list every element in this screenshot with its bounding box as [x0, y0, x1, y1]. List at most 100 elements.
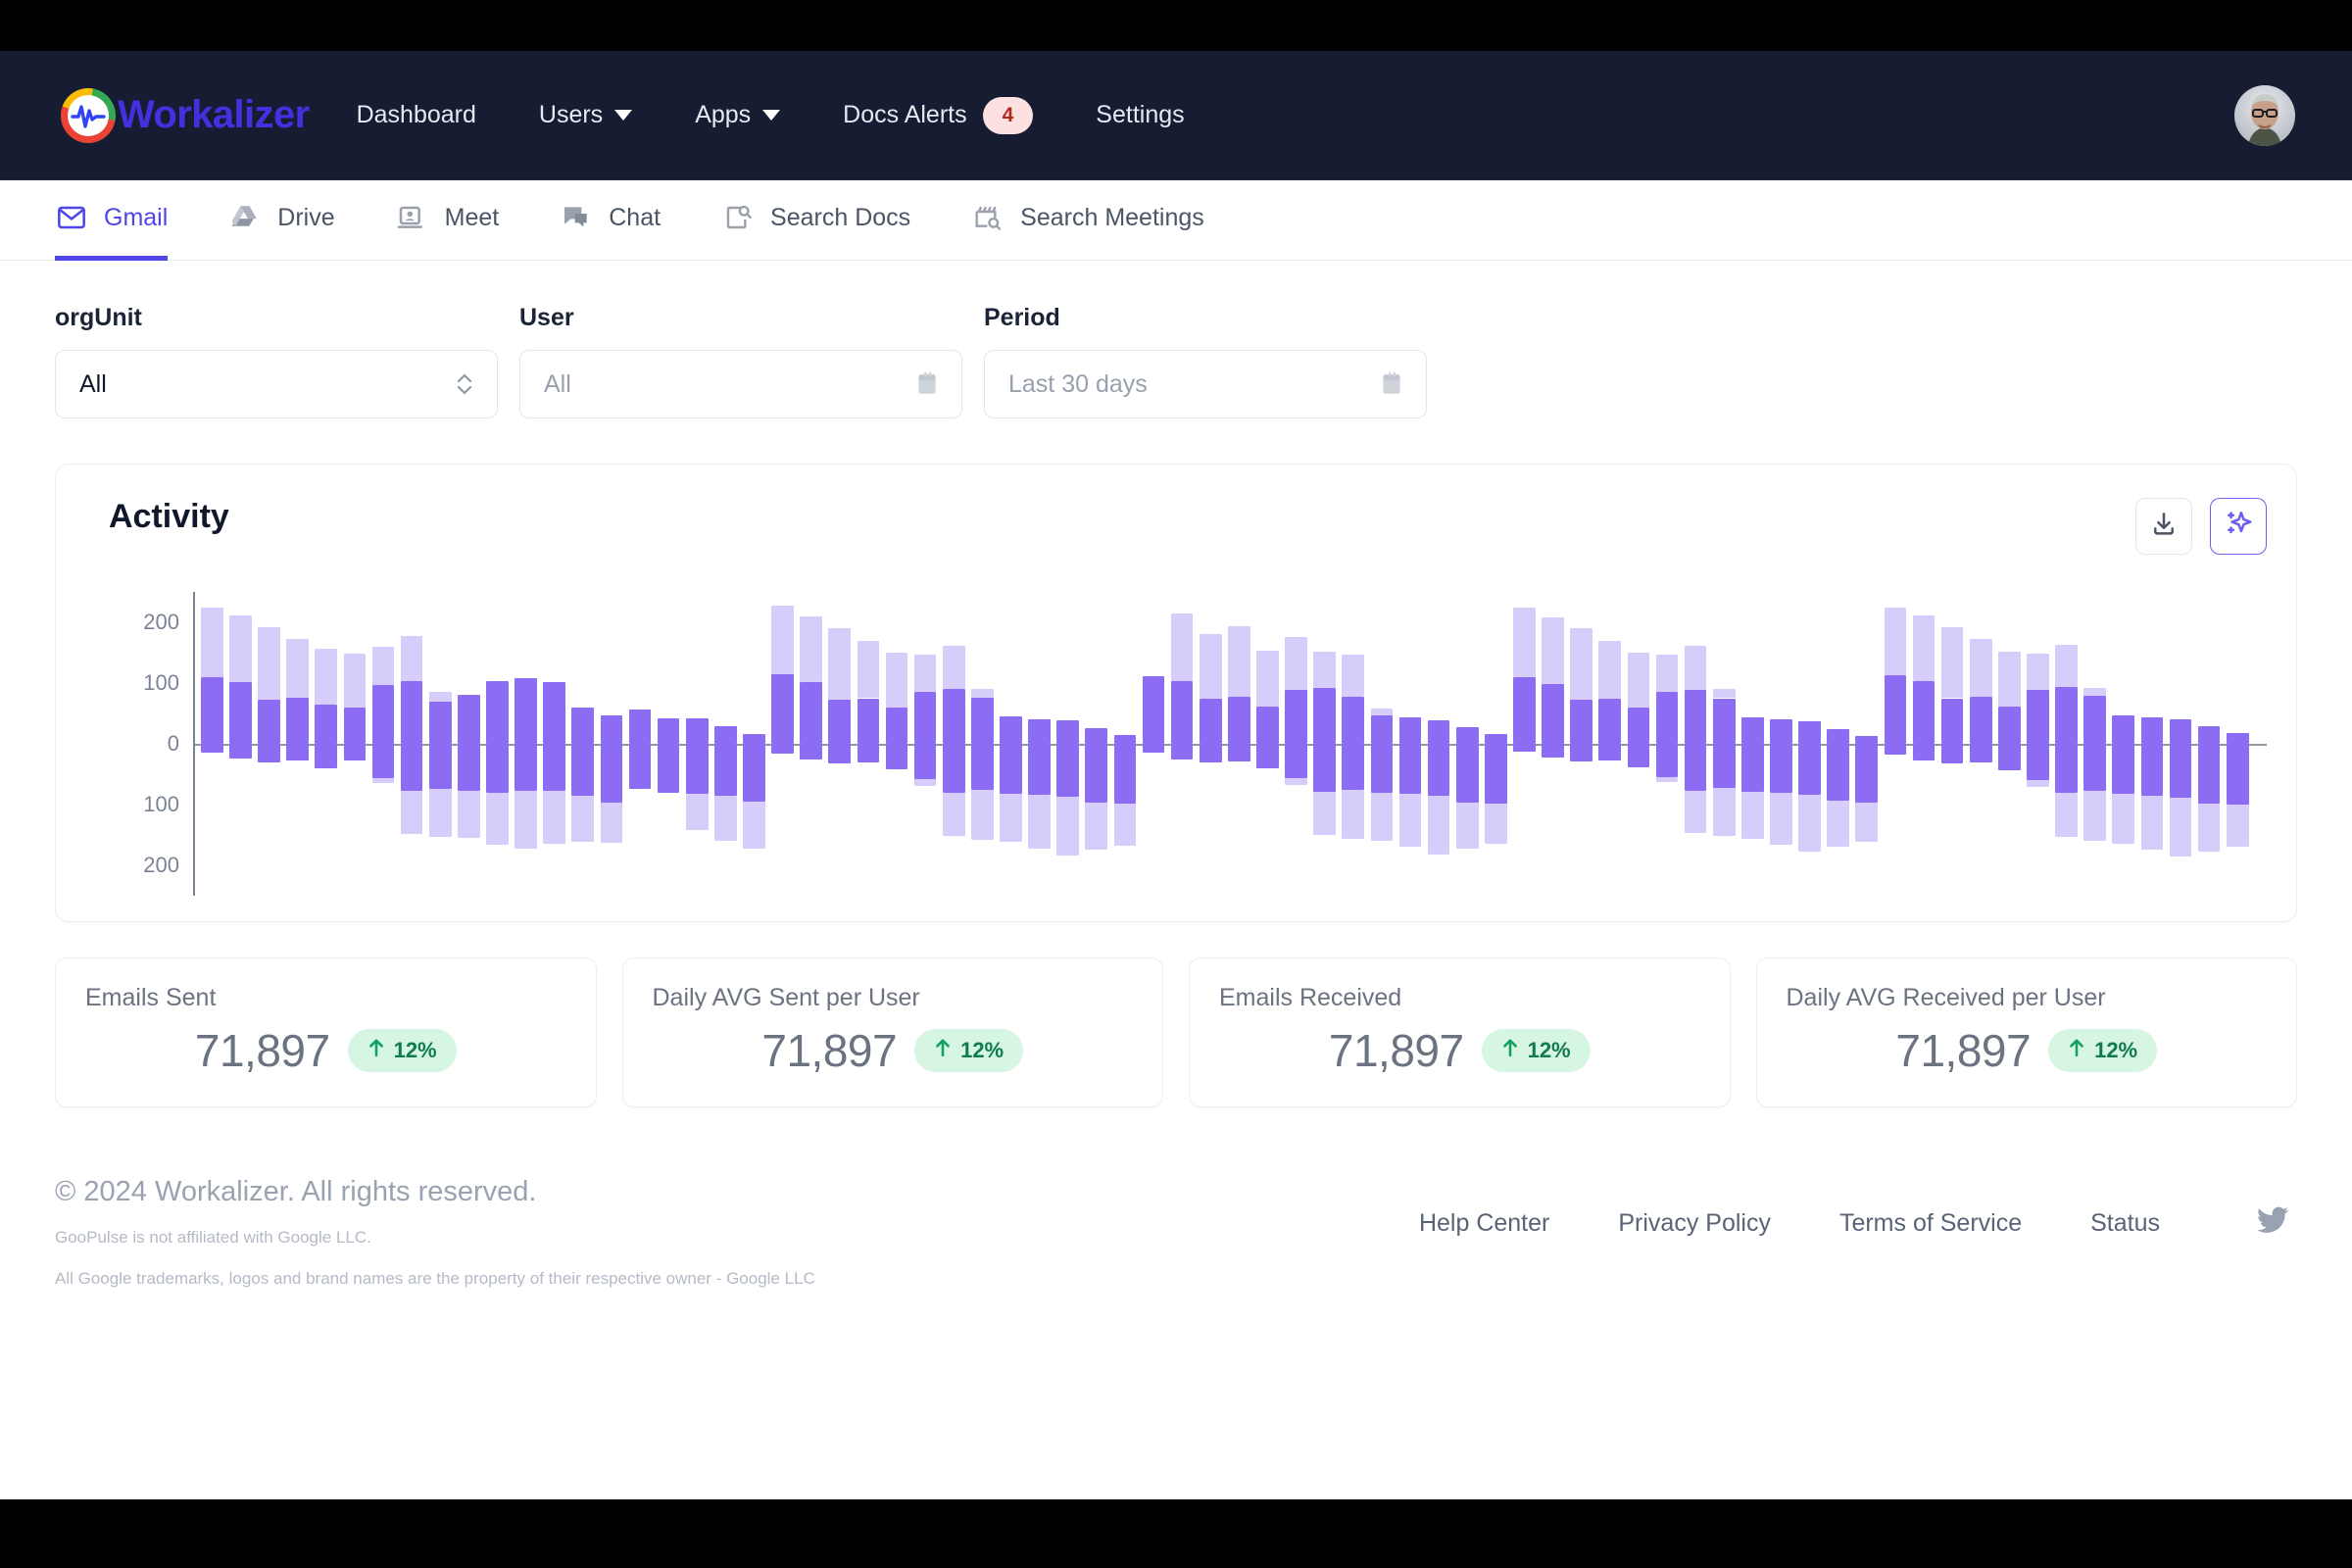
- chart-bar-segment-negative-dark: [1998, 744, 2021, 770]
- chart-bar: [2197, 592, 2221, 896]
- tab-chat[interactable]: Chat: [560, 201, 661, 261]
- chart-bar: [1342, 592, 1365, 896]
- tab-drive[interactable]: Drive: [228, 201, 335, 261]
- chart-bar-segment-positive-dark: [2169, 719, 2192, 744]
- tab-gmail[interactable]: Gmail: [55, 201, 169, 261]
- chart-bar-segment-negative-dark: [1884, 744, 1907, 755]
- chart-bar-segment-positive-light: [1513, 608, 1536, 677]
- arrow-up-icon: [934, 1038, 952, 1063]
- chart-bar-segment-positive-dark: [600, 715, 623, 744]
- ai-insights-button[interactable]: [2210, 498, 2267, 555]
- chart-bar-segment-positive-light: [286, 638, 310, 698]
- twitter-bird-icon[interactable]: [2254, 1205, 2291, 1242]
- avatar[interactable]: [2234, 84, 2295, 146]
- footer-link-help-center[interactable]: Help Center: [1419, 1209, 1549, 1238]
- chart-bar-segment-positive-light: [1570, 627, 1593, 701]
- chart-bar-segment-positive-dark: [942, 689, 965, 744]
- chart-bar-segment-negative-dark: [1085, 744, 1108, 804]
- chart-bar-segment-positive-dark: [1142, 675, 1165, 744]
- nav-item-settings[interactable]: Settings: [1096, 91, 1184, 139]
- chart-bar-segment-positive-dark: [1285, 690, 1307, 744]
- nav-item-dashboard[interactable]: Dashboard: [357, 91, 476, 139]
- chart-bar: [628, 592, 652, 896]
- user-input[interactable]: All: [519, 350, 962, 418]
- nav-item-users[interactable]: Users: [539, 91, 633, 139]
- chart-bar: [828, 592, 852, 896]
- chart-bar-segment-negative-dark: [371, 744, 395, 778]
- arrow-up-icon: [368, 1038, 385, 1063]
- tab-meet[interactable]: Meet: [396, 201, 499, 261]
- chart-bar-segment-positive-dark: [1113, 735, 1137, 744]
- chart-bar: [1912, 592, 1936, 896]
- activity-actions: [2135, 498, 2267, 555]
- footer-link-privacy-policy[interactable]: Privacy Policy: [1618, 1209, 1771, 1238]
- chart-bar-segment-positive-dark: [857, 698, 880, 744]
- chart-bar-segment-positive-dark: [657, 717, 680, 744]
- chart-bar-segment-negative-light: [458, 790, 480, 839]
- tab-search-meetings[interactable]: Search Meetings: [971, 201, 1204, 261]
- chart-bar-segment-negative-light: [400, 791, 423, 834]
- chart-bar: [1655, 592, 1679, 896]
- chart-bar-segment-positive-light: [1199, 634, 1222, 700]
- chart-bar-segment-positive-light: [828, 627, 852, 700]
- chart-bar-segment-positive-dark: [1741, 716, 1764, 744]
- chart-bar-segment-positive-dark: [1998, 706, 2021, 744]
- period-input[interactable]: Last 30 days: [984, 350, 1427, 418]
- chart-bar: [800, 592, 823, 896]
- chart-bar: [1113, 592, 1137, 896]
- chart-bar-segment-negative-dark: [800, 744, 823, 760]
- chart-bar-segment-negative-light: [1285, 778, 1307, 785]
- chart-bar: [1855, 592, 1879, 896]
- nav-item-apps[interactable]: Apps: [695, 91, 781, 139]
- chart-bar-segment-positive-dark: [1342, 696, 1365, 744]
- chart-bar: [685, 592, 709, 896]
- chart-y-tick: 200: [143, 853, 179, 877]
- chart-bar: [315, 592, 338, 896]
- chart-bar-segment-negative-dark: [1000, 744, 1022, 794]
- chart-bar: [2027, 592, 2049, 896]
- chart-bar-segment-positive-dark: [2027, 689, 2049, 744]
- footer-disclaimer-1: GooPulse is not affiliated with Google L…: [55, 1228, 371, 1247]
- chart-bar-segment-positive-light: [371, 647, 395, 686]
- nav-item-docs-alerts[interactable]: Docs Alerts 4: [843, 87, 1034, 144]
- footer-link-terms-of-service[interactable]: Terms of Service: [1839, 1209, 2022, 1238]
- chart-bar-segment-negative-dark: [458, 744, 480, 791]
- chart-bar-segment-negative-dark: [1285, 744, 1307, 779]
- chart-bar-segment-negative-dark: [600, 744, 623, 804]
- footer-link-status[interactable]: Status: [2090, 1209, 2160, 1238]
- filter-period: Period Last 30 days: [984, 304, 1427, 418]
- chart-bar-segment-positive-dark: [1056, 720, 1080, 744]
- chart-bar-segment-positive-dark: [971, 697, 994, 744]
- chart-bar-segment-negative-dark: [1969, 744, 1992, 763]
- chart-bar-segment-negative-dark: [428, 744, 452, 789]
- chart-bar-segment-negative-dark: [857, 744, 880, 762]
- tab-search-docs[interactable]: Search Docs: [721, 201, 910, 261]
- kpi-delta-label: 12%: [2094, 1038, 2138, 1062]
- chart-bar-segment-positive-dark: [1256, 707, 1279, 744]
- chart-bar-segment-positive-dark: [685, 717, 709, 744]
- chart-bar-segment-positive-light: [971, 689, 994, 698]
- chart-bar-segment-negative-light: [514, 791, 537, 850]
- chart-bar-segment-negative-light: [600, 803, 623, 844]
- kpi-cards: Emails Sent 71,897 12% Daily AVG Sent pe…: [0, 922, 2352, 1107]
- brand[interactable]: Workalizer: [61, 87, 310, 143]
- chat-bubble-icon: [560, 201, 593, 234]
- orgunit-select[interactable]: All: [55, 350, 498, 418]
- chart-bar-segment-positive-light: [1655, 654, 1679, 693]
- kpi-label: Emails Received: [1219, 984, 1402, 1011]
- chart-bar-segment-positive-dark: [1712, 698, 1736, 744]
- download-button[interactable]: [2135, 498, 2192, 555]
- chart-bar-segment-negative-light: [942, 792, 965, 837]
- chart-bar-segment-negative-dark: [628, 744, 652, 789]
- download-icon: [2149, 510, 2179, 544]
- chevron-down-icon: [762, 110, 781, 121]
- calendar-icon[interactable]: [914, 370, 940, 398]
- chart-bar-segment-negative-dark: [2112, 744, 2135, 795]
- calendar-icon[interactable]: [1379, 370, 1404, 398]
- chart-bar: [971, 592, 994, 896]
- chart-bar: [1427, 592, 1450, 896]
- chart-bar-segment-negative-dark: [1199, 744, 1222, 763]
- app-tabs: Gmail Drive Meet Chat Search Docs Search…: [0, 180, 2352, 261]
- filter-bar: orgUnit All User All Period Last 30 days: [0, 261, 2352, 418]
- chart-bar-segment-positive-dark: [628, 710, 652, 744]
